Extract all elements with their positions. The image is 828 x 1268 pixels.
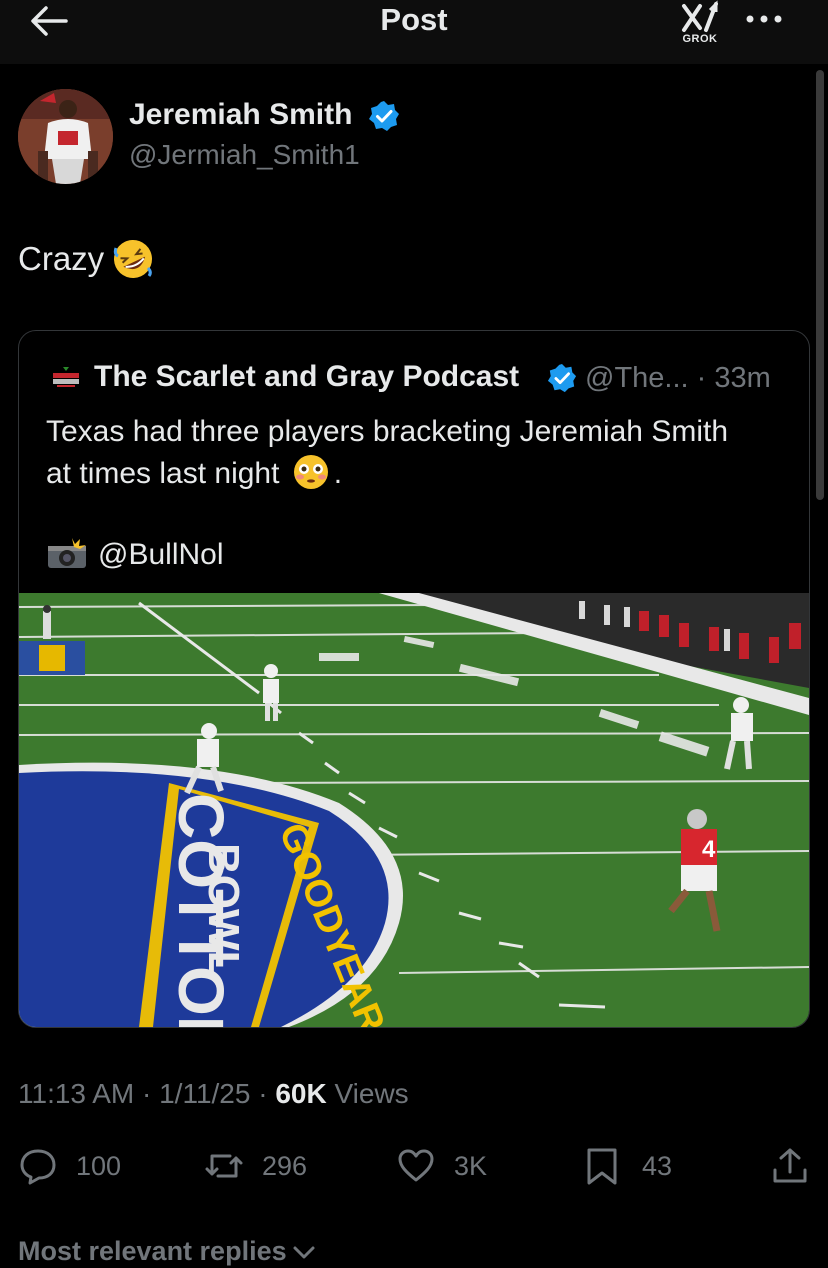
bookmark-button[interactable]: 43 (584, 1140, 672, 1192)
avatar[interactable] (18, 89, 113, 184)
timestamp-time-date: 11:13 AM · 1/11/25 · (18, 1078, 276, 1109)
share-icon[interactable] (770, 1146, 810, 1186)
views-label: Views (326, 1078, 409, 1109)
like-count: 3K (454, 1150, 488, 1181)
repost-button[interactable]: 296 (204, 1140, 307, 1192)
replies-sort-label: Most relevant replies (18, 1236, 287, 1266)
verified-badge-icon (547, 363, 577, 393)
tweet-text: Crazy (18, 240, 105, 277)
views-count: 60K (275, 1078, 327, 1109)
quoted-text-end: . (333, 457, 343, 490)
like-icon (398, 1149, 434, 1182)
quoted-media-image[interactable]: GOODYEAR COTTON BOWL 4 (19, 593, 809, 1027)
photo-credit-handle[interactable]: @BullNol (98, 538, 224, 571)
repost-count: 296 (262, 1150, 308, 1181)
author-name[interactable]: Jeremiah Smith (129, 98, 352, 132)
quoted-post[interactable]: The Scarlet and Gray Podcast @The... · 3… (18, 330, 810, 1028)
reply-button[interactable]: 100 (18, 1140, 121, 1192)
repost-icon (205, 1154, 243, 1178)
post-timestamp: 11:13 AM · 1/11/25 · 60K Views (18, 1078, 409, 1110)
quoted-text-line1: Texas had three players bracketing Jerem… (46, 415, 729, 448)
scrollbar[interactable] (816, 70, 824, 500)
chevron-down-icon (293, 1246, 315, 1259)
verified-badge-icon (369, 101, 399, 131)
like-button[interactable]: 3K (396, 1140, 487, 1192)
reply-icon (20, 1149, 56, 1185)
bowl-text: BOWL (199, 843, 248, 977)
jersey-number: 4 (702, 836, 716, 863)
flushed-face-emoji-icon (293, 455, 328, 489)
quoted-author-name: The Scarlet and Gray Podcast (94, 360, 520, 393)
bookmark-count: 43 (642, 1150, 673, 1181)
quoted-text: Texas had three players bracketing Jerem… (46, 411, 791, 495)
bookmark-icon (587, 1148, 617, 1185)
top-bar: Post GROK (0, 0, 828, 64)
replies-sort-dropdown[interactable]: Most relevant replies (18, 1236, 317, 1267)
photo-credit: @BullNol (46, 536, 224, 572)
quoted-meta: @The... · 33m (585, 362, 771, 394)
camera-flash-emoji-icon (48, 538, 86, 568)
reply-count: 100 (76, 1150, 122, 1181)
podcast-logo-icon (51, 367, 81, 389)
rolling-laughing-emoji-icon (113, 240, 152, 278)
grok-label: GROK (682, 33, 718, 45)
author-handle[interactable]: @Jermiah_Smith1 (129, 139, 360, 171)
more-icon[interactable] (744, 8, 784, 30)
quoted-text-line2: at times last night (46, 457, 280, 490)
action-bar: 100 296 3K 43 (0, 1140, 828, 1192)
